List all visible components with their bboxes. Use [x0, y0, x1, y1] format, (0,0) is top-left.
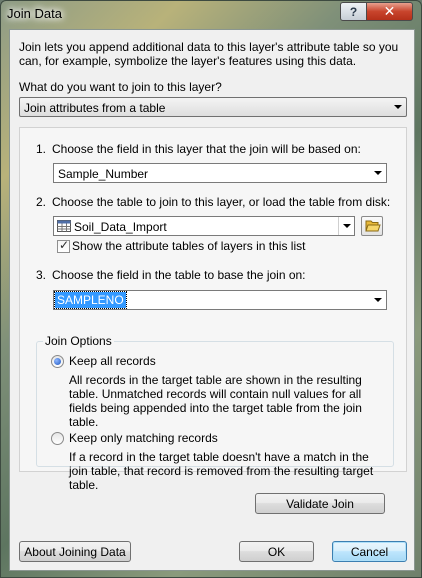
chevron-down-icon [370, 291, 386, 309]
about-joining-data-button[interactable]: About Joining Data [19, 541, 131, 562]
join-table-value: Soil_Data_Import [74, 220, 167, 234]
layer-field-value: Sample_Number [58, 167, 149, 181]
chevron-down-icon [370, 164, 386, 182]
step-2-label: Choose the table to join to this layer, … [52, 195, 391, 209]
keep-all-records-description: All records in the target table are show… [69, 373, 362, 429]
show-attribute-tables-label: Show the attribute tables of layers in t… [72, 239, 306, 253]
step-2-number: 2. [36, 195, 47, 209]
window-title: Join Data [7, 6, 62, 21]
step-1-number: 1. [36, 142, 47, 156]
step-3-label: Choose the field in the table to base th… [52, 268, 306, 282]
step-1-label: Choose the field in this layer that the … [52, 142, 361, 156]
intro-text: Join lets you append additional data to … [19, 40, 399, 68]
show-attribute-tables-checkbox[interactable]: ✓ [57, 238, 70, 253]
title-bar[interactable]: Join Data ? ✕ [1, 1, 421, 27]
join-type-dropdown[interactable]: Join attributes from a table [19, 97, 407, 117]
dialog-body: Join lets you append additional data to … [9, 29, 415, 571]
join-type-value: Join attributes from a table [24, 101, 166, 115]
validate-join-button[interactable]: Validate Join [255, 493, 385, 514]
join-table-dropdown[interactable]: Soil_Data_Import [53, 216, 355, 236]
ok-button[interactable]: OK [239, 541, 314, 562]
join-options-legend: Join Options [43, 334, 114, 348]
join-settings-group: 1. Choose the field in this layer that t… [19, 127, 407, 492]
open-folder-icon [365, 219, 381, 236]
keep-matching-records-description: If a record in the target table doesn't … [69, 450, 374, 492]
chevron-down-icon [338, 217, 354, 235]
keep-matching-records-radio[interactable] [51, 432, 64, 445]
step-3-number: 3. [36, 268, 47, 282]
join-table-field-value: SAMPLENO [54, 291, 127, 309]
join-question-label: What do you want to join to this layer? [19, 80, 222, 94]
browse-table-button[interactable] [361, 216, 383, 236]
join-table-field-dropdown[interactable]: SAMPLENO [53, 290, 387, 310]
cancel-button[interactable]: Cancel [332, 541, 407, 562]
layer-field-dropdown[interactable]: Sample_Number [53, 163, 387, 183]
table-icon [57, 220, 71, 232]
help-button[interactable]: ? [340, 2, 367, 21]
close-button[interactable]: ✕ [366, 2, 413, 21]
chevron-down-icon [390, 98, 406, 116]
keep-matching-records-label: Keep only matching records [69, 431, 218, 445]
join-data-window: Join Data ? ✕ Join lets you append addit… [0, 0, 422, 578]
join-options-group: Join Options Keep all records All record… [36, 334, 394, 492]
keep-all-records-radio[interactable] [51, 355, 64, 368]
checkmark-icon: ✓ [59, 238, 70, 252]
keep-all-records-label: Keep all records [69, 354, 156, 368]
radio-selected-icon [54, 358, 61, 365]
